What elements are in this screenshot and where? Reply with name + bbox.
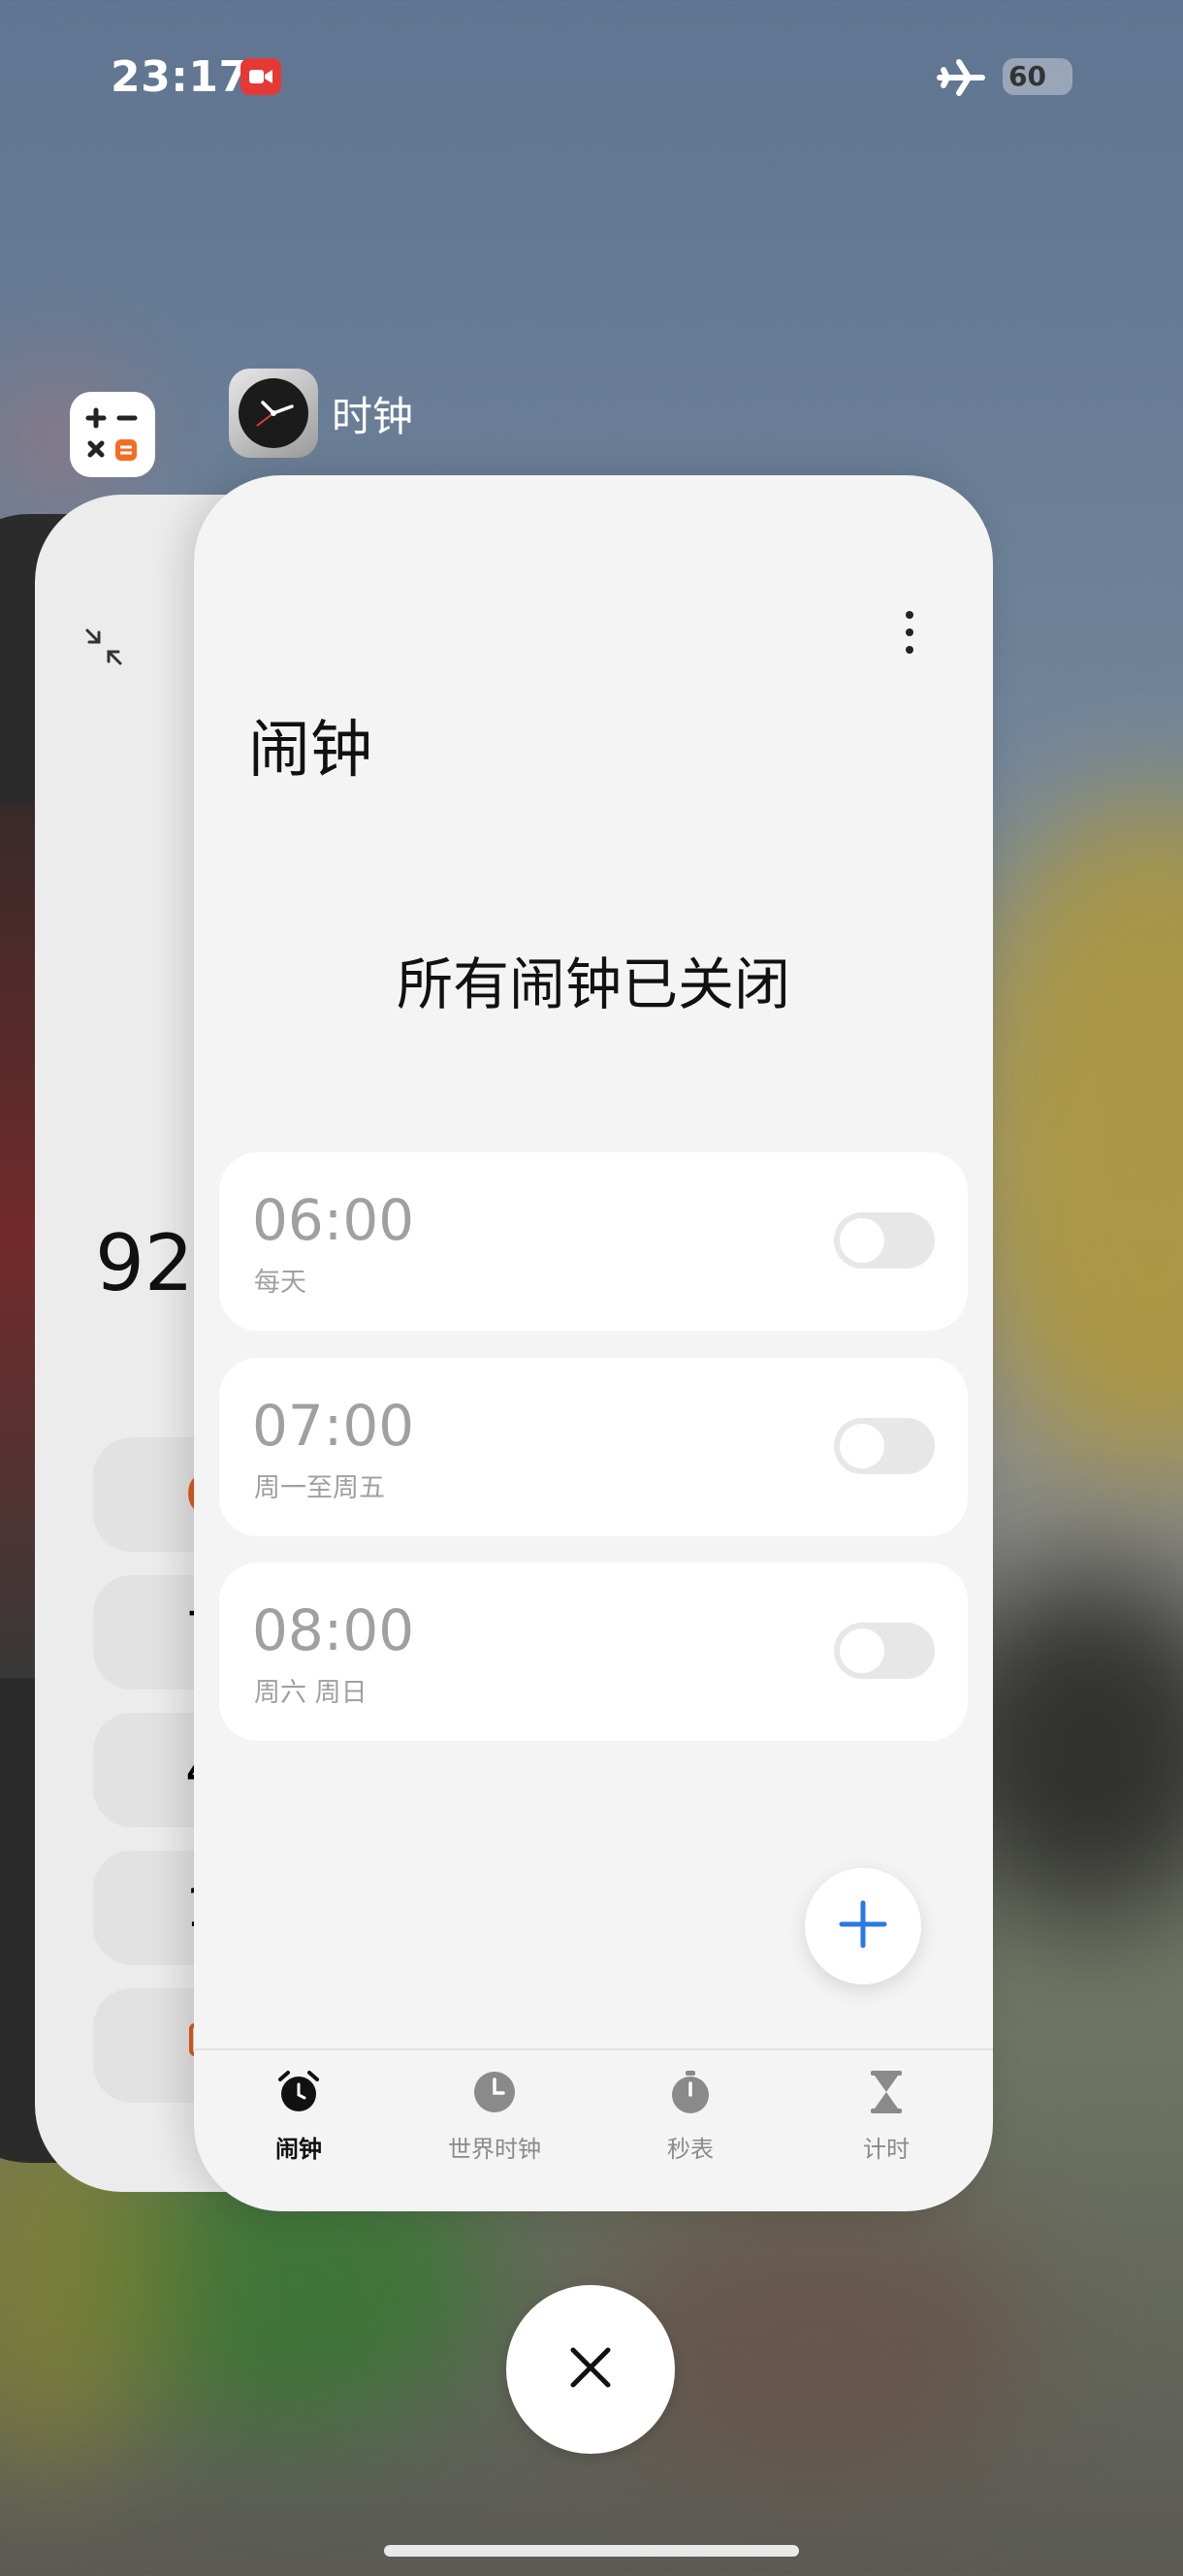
tab-label: 世界时钟	[448, 2136, 541, 2163]
alarm-toggle[interactable]	[834, 1418, 935, 1474]
battery-indicator: 60	[1003, 58, 1072, 95]
clock-app-name: 时钟	[332, 392, 414, 440]
clock-app-label[interactable]: 时钟	[229, 369, 413, 458]
close-icon	[567, 2344, 614, 2395]
alarm-time: 08:00	[252, 1597, 415, 1663]
stopwatch-icon	[613, 2068, 768, 2122]
clear-all-button[interactable]	[506, 2285, 675, 2454]
home-indicator[interactable]	[384, 2545, 799, 2557]
alarm-repeat: 周一至周五	[254, 1473, 385, 1503]
tab-label: 闹钟	[275, 2136, 322, 2163]
plus-icon	[838, 1899, 888, 1953]
calculator-app-label[interactable]	[70, 392, 155, 477]
alarm-item[interactable]: 07:00 周一至周五	[219, 1358, 968, 1536]
status-bar: 23:17 60	[0, 48, 1183, 107]
tab-stopwatch[interactable]: 秒表	[613, 2068, 768, 2164]
alarm-item[interactable]: 08:00 周六 周日	[219, 1562, 968, 1741]
alarm-time: 06:00	[252, 1187, 415, 1253]
all-alarms-off-message: 所有闹钟已关闭	[396, 951, 790, 1017]
tab-label: 计时	[863, 2136, 910, 2163]
hourglass-icon	[809, 2068, 964, 2122]
battery-level: 60	[1008, 60, 1046, 92]
alarm-clock-icon	[221, 2068, 376, 2122]
alarm-toggle[interactable]	[834, 1623, 935, 1679]
tab-timer[interactable]: 计时	[809, 2068, 964, 2164]
tab-alarm[interactable]: 闹钟	[221, 2068, 376, 2164]
add-alarm-button[interactable]	[805, 1868, 921, 1984]
status-time: 23:17	[111, 52, 249, 102]
alarm-repeat: 周六 周日	[254, 1678, 368, 1708]
tab-bar-divider	[194, 2048, 993, 2050]
minimize-icon[interactable]	[81, 625, 126, 673]
clock-app-card[interactable]: 闹钟 所有闹钟已关闭 06:00 每天 07:00 周一至周五 08:00 周六…	[194, 475, 993, 2211]
alarm-item[interactable]: 06:00 每天	[219, 1152, 968, 1331]
page-title: 闹钟	[248, 715, 372, 787]
more-options-icon[interactable]	[900, 607, 919, 661]
screen-record-icon	[240, 58, 281, 95]
calculator-app-icon	[70, 392, 155, 477]
alarm-time: 07:00	[252, 1393, 415, 1459]
alarm-repeat: 每天	[254, 1268, 306, 1298]
tab-world-clock[interactable]: 世界时钟	[417, 2068, 572, 2164]
alarm-toggle[interactable]	[834, 1212, 935, 1269]
clock-app-icon	[229, 369, 318, 458]
tab-label: 秒表	[667, 2136, 714, 2163]
airplane-mode-icon	[936, 54, 986, 105]
world-clock-icon	[417, 2068, 572, 2122]
